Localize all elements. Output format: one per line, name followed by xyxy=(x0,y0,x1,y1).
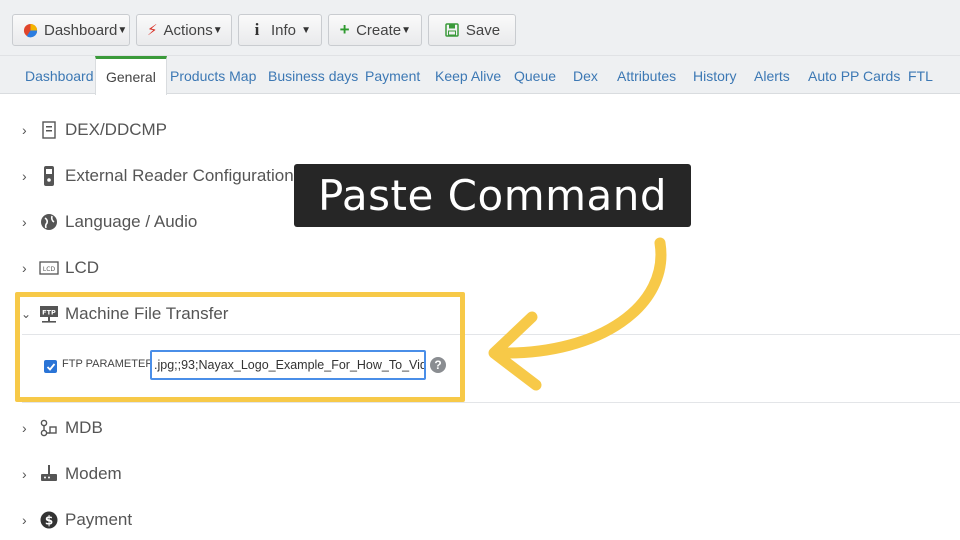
actions-button-label: Actions xyxy=(163,21,213,39)
tab-alerts[interactable]: Alerts xyxy=(754,68,790,84)
section-mdb[interactable]: › MDB xyxy=(0,408,960,448)
save-button-label: Save xyxy=(465,21,501,39)
chevron-right-icon: › xyxy=(22,466,27,482)
tab-general[interactable]: General xyxy=(95,56,167,95)
tab-auto-pp-cards[interactable]: Auto PP Cards xyxy=(808,68,900,84)
tab-history[interactable]: History xyxy=(693,68,737,84)
chevron-right-icon: › xyxy=(22,122,27,138)
create-button[interactable]: + Create ▼ xyxy=(328,14,422,46)
card-reader-icon xyxy=(39,166,59,186)
chevron-right-icon: › xyxy=(22,420,27,436)
section-title: External Reader Configurations xyxy=(65,166,303,185)
dashboard-button[interactable]: Dashboard ▼ xyxy=(12,14,130,46)
section-title: LCD xyxy=(65,258,100,277)
tab-dashboard[interactable]: Dashboard xyxy=(25,68,94,84)
tab-ftl[interactable]: FTL xyxy=(908,68,933,84)
save-disk-icon xyxy=(444,22,460,38)
divider xyxy=(22,402,960,403)
create-button-label: Create xyxy=(356,21,402,39)
tab-queue[interactable]: Queue xyxy=(514,68,556,84)
chevron-right-icon: › xyxy=(22,214,27,230)
section-title: Payment xyxy=(65,510,133,529)
section-modem[interactable]: › Modem xyxy=(0,454,960,494)
chevron-right-icon: › xyxy=(22,260,27,276)
actions-button[interactable]: ⚡ Actions ▼ xyxy=(136,14,232,46)
modem-icon xyxy=(39,464,59,484)
section-title: Modem xyxy=(65,464,122,483)
dashboard-button-label: Dashboard xyxy=(44,21,118,39)
tab-bar: Dashboard General Products Map Business … xyxy=(0,56,960,95)
globe-icon xyxy=(39,212,59,232)
info-button[interactable]: i Info ▼ xyxy=(238,14,322,46)
tab-products-map[interactable]: Products Map xyxy=(170,68,256,84)
tab-business-days[interactable]: Business days xyxy=(268,68,358,84)
info-icon: i xyxy=(254,20,260,39)
chevron-down-icon: ▼ xyxy=(212,24,223,36)
chevron-down-icon: ▼ xyxy=(401,24,411,36)
tab-attributes[interactable]: Attributes xyxy=(617,68,676,84)
tab-dex[interactable]: Dex xyxy=(573,68,598,84)
chevron-right-icon: › xyxy=(22,512,27,528)
tab-keep-alive[interactable]: Keep Alive xyxy=(435,68,501,84)
section-title: MDB xyxy=(65,418,103,437)
info-button-label: Info xyxy=(271,21,297,39)
bolt-icon: ⚡ xyxy=(147,22,158,39)
chevron-down-icon: ▼ xyxy=(117,24,128,36)
plus-icon: + xyxy=(339,20,350,39)
dollar-icon: $ xyxy=(39,510,59,530)
highlight-frame xyxy=(15,292,465,402)
toolbar: Dashboard ▼ ⚡ Actions ▼ i Info ▼ + Creat… xyxy=(0,0,960,56)
curved-arrow-icon xyxy=(488,237,667,391)
lcd-icon: LCD xyxy=(39,258,59,278)
chevron-right-icon: › xyxy=(22,168,27,184)
svg-text:$: $ xyxy=(45,514,53,528)
dex-icon xyxy=(39,120,59,140)
pie-chart-icon xyxy=(23,22,38,38)
svg-text:LCD: LCD xyxy=(43,266,56,273)
chevron-down-icon: ▼ xyxy=(301,24,311,36)
mdb-icon xyxy=(39,418,59,438)
section-title: DEX/DDCMP xyxy=(65,120,168,139)
save-button[interactable]: Save xyxy=(428,14,516,46)
section-title: Language / Audio xyxy=(65,212,198,231)
section-payment[interactable]: › $ Payment xyxy=(0,500,960,540)
paste-command-callout: Paste Command xyxy=(294,164,691,227)
section-dex-ddcmp[interactable]: › DEX/DDCMP xyxy=(0,110,960,150)
tab-payment[interactable]: Payment xyxy=(365,68,420,84)
